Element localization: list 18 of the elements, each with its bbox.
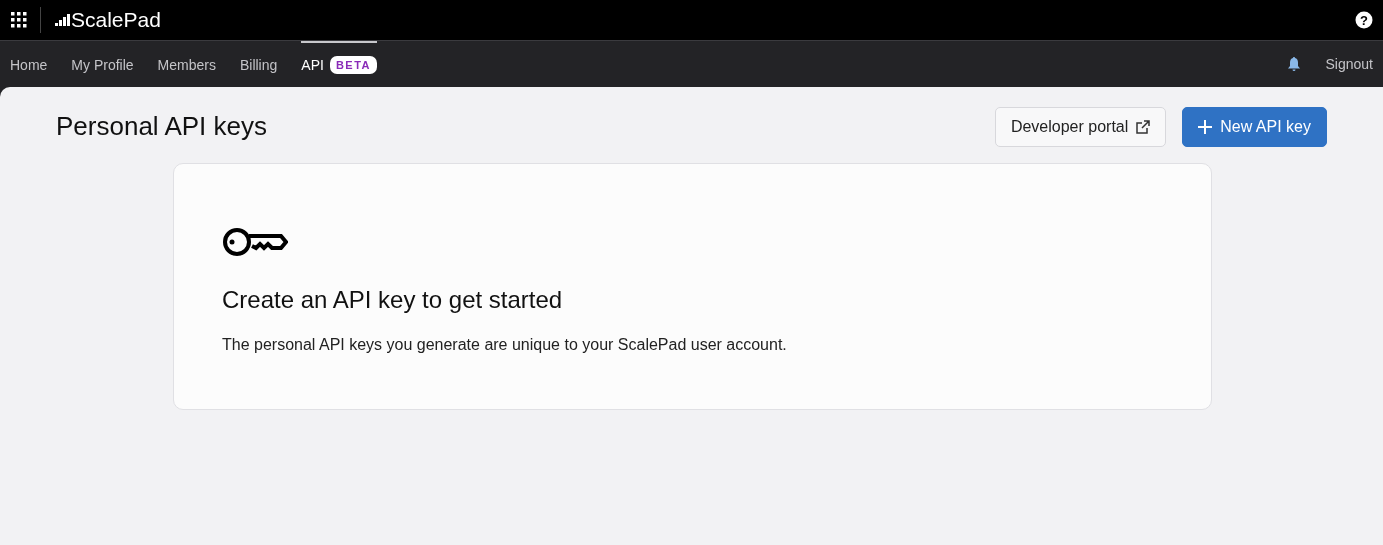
plus-icon (1198, 120, 1213, 134)
nav-tab[interactable]: Members (157, 41, 216, 87)
logo-text: ScalePad (71, 7, 161, 34)
nav-tab[interactable]: Home (10, 41, 48, 87)
nav-tab[interactable]: My Profile (71, 41, 134, 87)
empty-state-text: The personal API keys you generate are unique to your ScalePad user account. (222, 334, 788, 355)
app-grid-icon[interactable] (10, 11, 28, 29)
developer-portal-button[interactable]: Developer portal (994, 107, 1167, 147)
page-title: Personal API keys (56, 111, 267, 143)
empty-state-heading: Create an API key to get started (222, 286, 564, 315)
new-api-key-button[interactable]: New API key (1182, 107, 1327, 147)
help-icon[interactable]: ? (1355, 11, 1373, 29)
external-link-icon (1136, 120, 1151, 134)
nav-tab[interactable]: Billing (239, 41, 278, 87)
bell-icon[interactable] (1285, 56, 1302, 72)
signout-link[interactable]: Signout (1325, 53, 1373, 75)
beta-badge: BETA (329, 55, 378, 75)
logo-icon (55, 13, 71, 27)
